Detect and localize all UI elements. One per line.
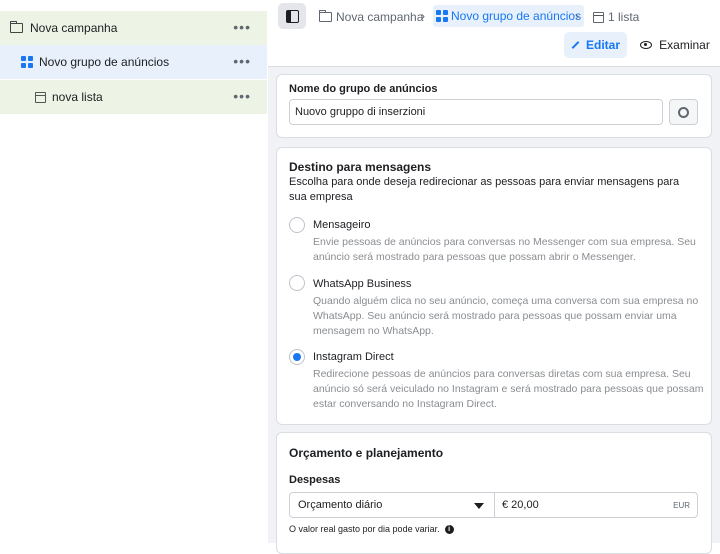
top-bar: Nova campanha › Novo grupo de anúncios ›… xyxy=(268,0,720,67)
info-icon[interactable]: i xyxy=(444,524,454,534)
section-title: Orçamento e planejamento xyxy=(289,446,444,460)
budget-note: O valor real gasto por dia pode variar. … xyxy=(289,524,454,534)
option-title-whatsapp: WhatsApp Business xyxy=(313,278,412,290)
spend-label: Despesas xyxy=(289,474,341,486)
tree-item-label: Novo grupo de anúncios xyxy=(39,55,170,69)
ad-set-grid-icon xyxy=(21,56,33,68)
budget-type-select[interactable]: Orçamento diário xyxy=(289,492,495,518)
review-label: Examinar xyxy=(659,38,710,52)
radio-whatsapp[interactable] xyxy=(289,275,305,291)
budget-amount-input[interactable]: € 20,00 EUR xyxy=(494,492,698,518)
budget-type-value: Orçamento diário xyxy=(298,499,383,511)
budget-schedule-card: Orçamento e planejamento Despesas Orçame… xyxy=(276,432,712,554)
section-description: Escolha para onde deseja redirecionar as… xyxy=(289,176,680,203)
tree-item-campaign[interactable]: Nova campanha ••• xyxy=(0,11,267,45)
breadcrumb-label: Nova campanha xyxy=(336,10,424,24)
more-options-icon[interactable]: ••• xyxy=(233,89,251,103)
breadcrumb-label: 1 lista xyxy=(608,10,640,24)
option-title-instagram: Instagram Direct xyxy=(313,351,394,363)
breadcrumb-campaign[interactable]: Nova campanha xyxy=(319,8,423,26)
edit-label: Editar xyxy=(585,38,620,52)
ad-page-icon xyxy=(593,11,604,23)
option-description-instagram: Redirecione pessoas de anúncios para con… xyxy=(313,368,704,410)
toggle-sidebar-button[interactable] xyxy=(278,3,306,29)
eye-icon xyxy=(640,41,653,49)
more-options-icon[interactable]: ••• xyxy=(233,20,251,34)
tree-item-ad-set[interactable]: Novo grupo de anúncios ••• xyxy=(0,45,267,79)
radio-messenger[interactable] xyxy=(289,217,305,233)
radio-instagram-direct[interactable] xyxy=(289,349,305,365)
currency-label: EUR xyxy=(673,501,690,510)
breadcrumb-ad-set[interactable]: Novo grupo de anúncios xyxy=(433,5,585,27)
section-title: Destino para mensagens xyxy=(289,160,432,174)
option-description-messenger: Envie pessoas de anúncios para conversas… xyxy=(313,236,696,263)
tree-item-label: nova lista xyxy=(52,90,103,104)
tree-item-label: Nova campanha xyxy=(30,21,118,35)
ad-page-icon xyxy=(35,91,46,103)
sidebar-panel-icon xyxy=(285,9,299,23)
folder-icon xyxy=(319,10,332,22)
ad-set-name-card: Nome do grupo de anúncios Nuovo gruppo d… xyxy=(276,74,712,138)
chevron-right-icon: › xyxy=(421,9,425,23)
more-options-icon[interactable]: ••• xyxy=(233,54,251,68)
budget-note-text: O valor real gasto por dia pode variar. xyxy=(289,524,440,534)
gear-icon xyxy=(678,106,689,118)
option-description-whatsapp: Quando alguém clica no seu anúncio, come… xyxy=(313,295,699,337)
message-destination-card: Destino para mensagens Escolha para onde… xyxy=(276,147,712,425)
ad-set-name-input[interactable]: Nuovo gruppo di inserzioni xyxy=(289,99,663,125)
tree-item-ad[interactable]: nova lista ••• xyxy=(0,80,267,114)
review-button[interactable]: Examinar xyxy=(640,32,710,58)
breadcrumb-label: Novo grupo de anúncios xyxy=(451,9,582,23)
campaign-tree-panel: Nova campanha ••• Novo grupo de anúncios… xyxy=(0,0,269,543)
edit-button[interactable]: Editar xyxy=(564,32,627,58)
settings-button[interactable] xyxy=(669,99,698,125)
budget-amount-value: € 20,00 xyxy=(502,499,539,511)
dropdown-caret-icon xyxy=(474,503,484,509)
editor-panel: Nova campanha › Novo grupo de anúncios ›… xyxy=(268,0,720,554)
ad-set-name-label: Nome do grupo de anúncios xyxy=(289,83,438,95)
folder-icon xyxy=(10,21,23,33)
option-title-messenger: Mensageiro xyxy=(313,219,371,231)
breadcrumb-ad[interactable]: 1 lista xyxy=(593,8,639,26)
pencil-icon xyxy=(571,41,580,49)
chevron-right-icon: › xyxy=(575,9,579,23)
ad-set-grid-icon xyxy=(436,10,448,22)
